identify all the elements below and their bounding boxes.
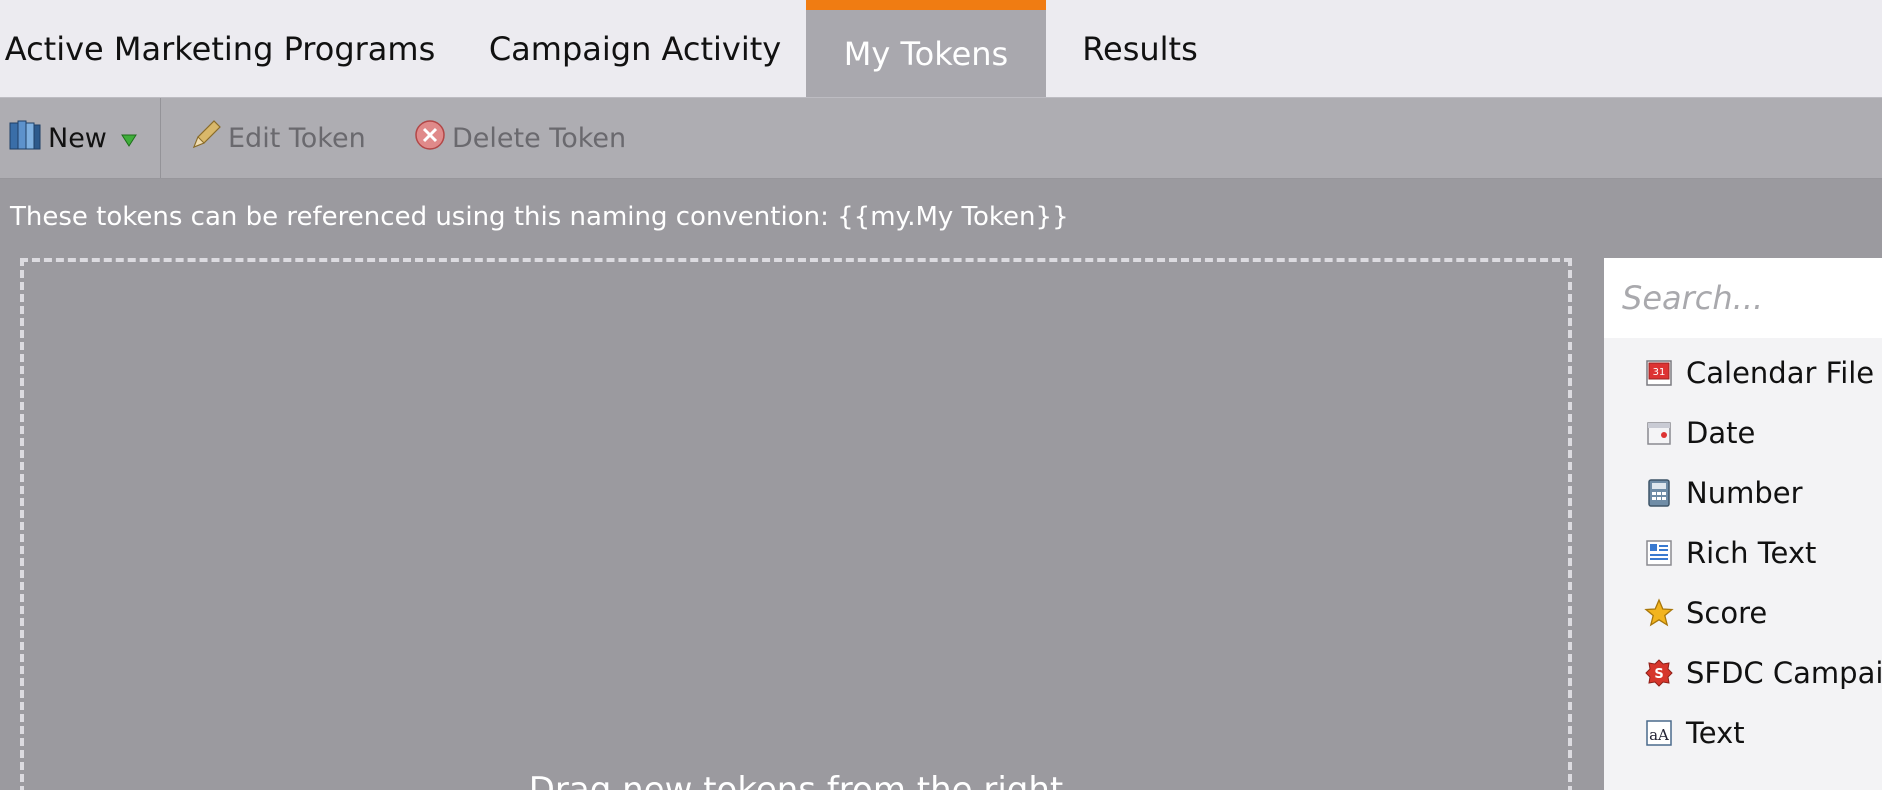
toolbar-separator xyxy=(160,98,161,178)
tab-my-tokens[interactable]: My Tokens xyxy=(806,0,1046,97)
token-search-input[interactable] xyxy=(1604,258,1882,338)
drop-zone-hint: Drag new tokens from the right xyxy=(528,770,1064,790)
book-icon xyxy=(8,119,42,158)
delete-token-label: Delete Token xyxy=(452,122,627,154)
token-item-sfdc-campaign[interactable]: S SFDC Campaign xyxy=(1644,648,1882,698)
rich-text-icon xyxy=(1644,538,1674,568)
date-icon xyxy=(1644,418,1674,448)
svg-text:aA: aA xyxy=(1649,726,1669,744)
green-triangle-down-icon[interactable] xyxy=(120,123,137,154)
token-item-label: Date xyxy=(1686,416,1756,450)
token-item-date[interactable]: Date xyxy=(1644,408,1755,458)
tab-results[interactable]: Results xyxy=(1050,0,1230,97)
svg-text:S: S xyxy=(1654,667,1663,682)
edit-token-button[interactable]: Edit Token xyxy=(190,98,366,178)
calculator-icon xyxy=(1644,478,1674,508)
token-item-label: Calendar File xyxy=(1686,356,1875,390)
edit-token-label: Edit Token xyxy=(228,122,366,154)
sfdc-icon: S xyxy=(1644,658,1674,688)
toolbar: New Edit Token Delete Token xyxy=(0,98,1882,179)
new-button[interactable]: New xyxy=(8,98,137,178)
token-item-number[interactable]: Number xyxy=(1644,468,1803,518)
svg-text:31: 31 xyxy=(1653,367,1666,378)
tab-campaign-activity[interactable]: Campaign Activity xyxy=(470,0,800,97)
token-item-label: Number xyxy=(1686,476,1803,510)
tab-active-marketing-programs[interactable]: Active Marketing Programs xyxy=(0,0,440,97)
token-item-label: SFDC Campaign xyxy=(1686,656,1882,690)
token-item-rich-text[interactable]: Rich Text xyxy=(1644,528,1816,578)
pencil-icon xyxy=(190,119,222,158)
new-button-label: New xyxy=(48,122,107,154)
calendar-file-icon: 31 xyxy=(1644,358,1674,388)
text-icon: aA xyxy=(1644,718,1674,748)
naming-convention-info: These tokens can be referenced using thi… xyxy=(10,202,1069,232)
token-item-calendar-file[interactable]: 31 Calendar File xyxy=(1644,348,1874,398)
tab-bar: Active Marketing Programs Campaign Activ… xyxy=(0,0,1882,98)
token-item-label: Text xyxy=(1686,716,1745,750)
token-item-label: Rich Text xyxy=(1686,536,1817,570)
token-item-label: Score xyxy=(1686,596,1768,630)
star-icon xyxy=(1644,598,1674,628)
token-type-panel: 31 Calendar File Date xyxy=(1604,258,1882,790)
red-x-circle-icon xyxy=(414,119,446,158)
delete-token-button[interactable]: Delete Token xyxy=(414,98,626,178)
token-drop-zone[interactable]: Drag new tokens from the right xyxy=(20,258,1572,790)
token-item-score[interactable]: Score xyxy=(1644,588,1767,638)
token-item-text[interactable]: aA Text xyxy=(1644,708,1745,758)
